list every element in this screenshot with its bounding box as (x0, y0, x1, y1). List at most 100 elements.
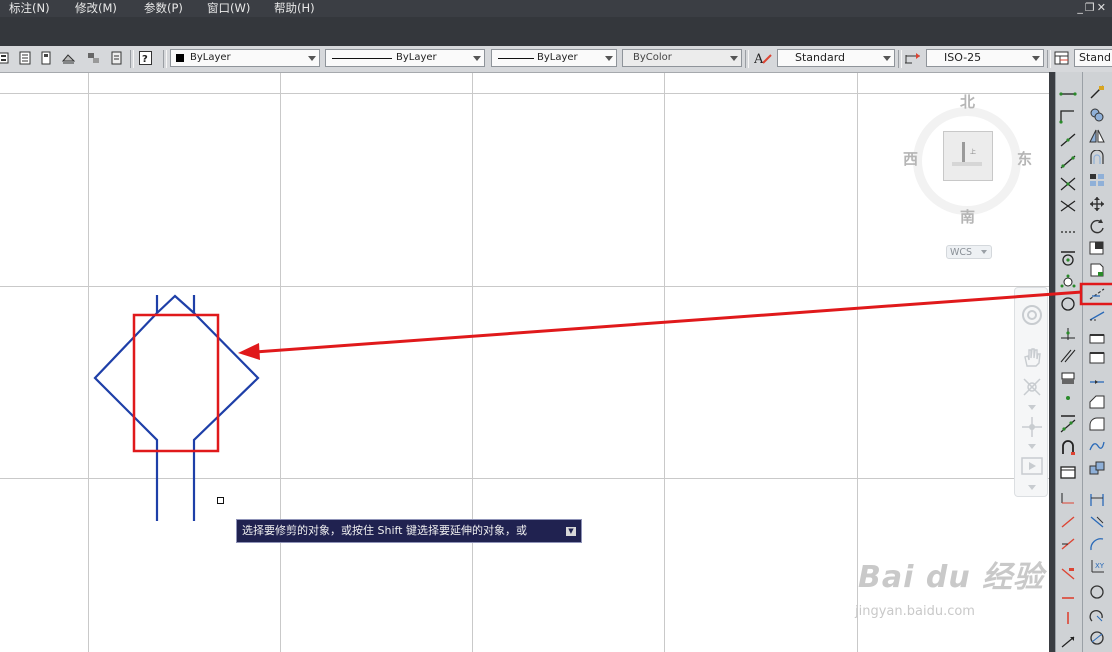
menu-parameters[interactable]: 参数(P) (144, 1, 183, 16)
dashed-line-icon[interactable] (1059, 224, 1077, 240)
layer-list-icon[interactable] (19, 51, 32, 65)
menu-dimension[interactable]: 标注(N) (9, 1, 50, 16)
compass-south-label[interactable]: 南 (960, 206, 975, 227)
construction-line-icon[interactable] (1059, 154, 1077, 170)
extend-icon[interactable] (1088, 308, 1106, 324)
break-icon[interactable] (1088, 330, 1106, 346)
array-icon[interactable] (1088, 172, 1106, 188)
dim-jogged-icon[interactable] (1088, 608, 1106, 624)
svg-text:?: ? (142, 54, 148, 65)
color-combo[interactable]: ByLayer (170, 49, 320, 67)
dim-radius-icon[interactable] (1088, 584, 1106, 600)
command-prompt-text: 选择要修剪的对象，或按住 Shift 键选择要延伸的对象，或 (242, 524, 527, 537)
rectangle-icon[interactable] (1059, 464, 1077, 480)
grid-line (88, 73, 89, 652)
dim-linear-h-icon[interactable] (1088, 492, 1106, 508)
compass-east-label[interactable]: 东 (1017, 148, 1032, 169)
move-icon[interactable] (1088, 196, 1106, 212)
dimension-style-combo[interactable]: ISO-25 (926, 49, 1044, 67)
chevron-down-icon (730, 56, 738, 61)
donut-icon[interactable] (1059, 252, 1077, 268)
plotstyle-combo[interactable]: ByColor (622, 49, 742, 67)
copy-icon[interactable] (1088, 106, 1106, 122)
magnet-icon[interactable] (1059, 440, 1077, 456)
circle-icon[interactable] (1059, 296, 1077, 312)
zoom-extents-icon[interactable] (1021, 376, 1043, 398)
dim-quick-icon[interactable] (1059, 634, 1077, 650)
close-icon[interactable]: ✕ (1097, 1, 1108, 14)
lineweight-combo[interactable]: ByLayer (491, 49, 617, 67)
point-style-icon[interactable] (1059, 274, 1077, 290)
explode-icon[interactable] (1088, 460, 1106, 476)
dim-linear-icon[interactable] (1059, 490, 1077, 506)
spline-icon[interactable] (1059, 418, 1077, 434)
orbit-icon[interactable] (1021, 416, 1043, 438)
block-icon[interactable] (1059, 370, 1077, 386)
layer-states-icon[interactable] (0, 51, 11, 65)
toolbar-separator (898, 50, 902, 68)
layer-walk-icon[interactable] (87, 51, 100, 65)
menu-window[interactable]: 窗口(W) (207, 1, 250, 16)
text-style-combo[interactable]: Standard (777, 49, 895, 67)
offset-icon[interactable] (1088, 150, 1106, 166)
xline-icon[interactable] (1059, 198, 1077, 214)
layer-match-icon[interactable] (110, 51, 123, 65)
dim-ordinate-icon[interactable] (1059, 566, 1077, 582)
tooltip-dropdown-icon[interactable]: ▼ (566, 527, 576, 536)
divide-icon[interactable] (1059, 326, 1077, 342)
point-icon[interactable] (1059, 390, 1077, 406)
viewcube[interactable]: 北 南 东 西 上 (895, 88, 1045, 268)
minimize-icon[interactable]: _ (1077, 1, 1085, 14)
mirror-icon[interactable] (1088, 128, 1106, 144)
chevron-down-icon[interactable] (1027, 403, 1037, 411)
erase-icon[interactable] (1088, 84, 1106, 100)
multiline-icon[interactable] (1059, 176, 1077, 192)
blend-icon[interactable] (1088, 438, 1106, 454)
dim-diameter-icon[interactable] (1088, 630, 1106, 646)
chamfer-icon[interactable] (1088, 394, 1106, 410)
table-style-combo[interactable]: Stand (1074, 49, 1112, 67)
steering-wheel-icon[interactable] (1021, 304, 1043, 326)
line-icon[interactable] (1059, 86, 1077, 102)
dim-aligned-icon[interactable] (1059, 514, 1077, 530)
dim-continue-icon[interactable] (1059, 610, 1077, 626)
dim-baseline-icon[interactable] (1059, 586, 1077, 602)
compass-west-label[interactable]: 西 (903, 148, 918, 169)
rotate-icon[interactable] (1088, 218, 1106, 234)
fillet-icon[interactable] (1088, 416, 1106, 432)
chevron-down-icon[interactable] (1027, 442, 1037, 450)
help-icon[interactable]: ? (139, 51, 152, 65)
linetype-combo[interactable]: ByLayer (325, 49, 485, 67)
layer-iso-icon[interactable] (62, 51, 75, 65)
polyline-icon[interactable] (1059, 108, 1077, 124)
chevron-down-icon[interactable] (1027, 483, 1037, 491)
join-icon[interactable] (1088, 374, 1106, 390)
color-combo-value: ByLayer (190, 52, 231, 63)
dim-arc-length-icon[interactable] (1088, 536, 1106, 552)
compass-north-label[interactable]: 北 (960, 91, 975, 112)
scale-icon[interactable] (1088, 240, 1106, 256)
dim-aligned-2-icon[interactable] (1088, 514, 1106, 530)
viewcube-top-face[interactable]: 上 (943, 131, 993, 181)
toolbar-separator (1047, 50, 1051, 68)
menu-help[interactable]: 帮助(H) (274, 1, 315, 16)
ray-icon[interactable] (1059, 132, 1077, 148)
dim-ordinate-2-icon[interactable]: XY (1088, 558, 1106, 574)
grid-line (0, 286, 1049, 287)
dimension-style-icon[interactable] (904, 51, 922, 65)
hatch-lines-icon[interactable] (1059, 348, 1077, 364)
layer-previous-icon[interactable] (40, 51, 53, 65)
stretch-icon[interactable] (1088, 262, 1106, 278)
restore-icon[interactable]: ❐ (1085, 1, 1097, 14)
table-style-icon[interactable] (1054, 51, 1070, 65)
wcs-menu[interactable]: WCS (946, 245, 992, 259)
menu-modify[interactable]: 修改(M) (75, 1, 117, 16)
chevron-down-icon (883, 56, 891, 61)
text-style-icon[interactable]: A (754, 51, 772, 65)
break-at-point-icon[interactable] (1088, 350, 1106, 366)
pan-hand-icon[interactable] (1021, 346, 1043, 368)
trim-icon[interactable] (1088, 286, 1106, 302)
dim-arc-icon[interactable] (1059, 536, 1077, 552)
table-style-combo-value: Stand (1079, 51, 1111, 64)
showmotion-icon[interactable] (1020, 455, 1044, 477)
